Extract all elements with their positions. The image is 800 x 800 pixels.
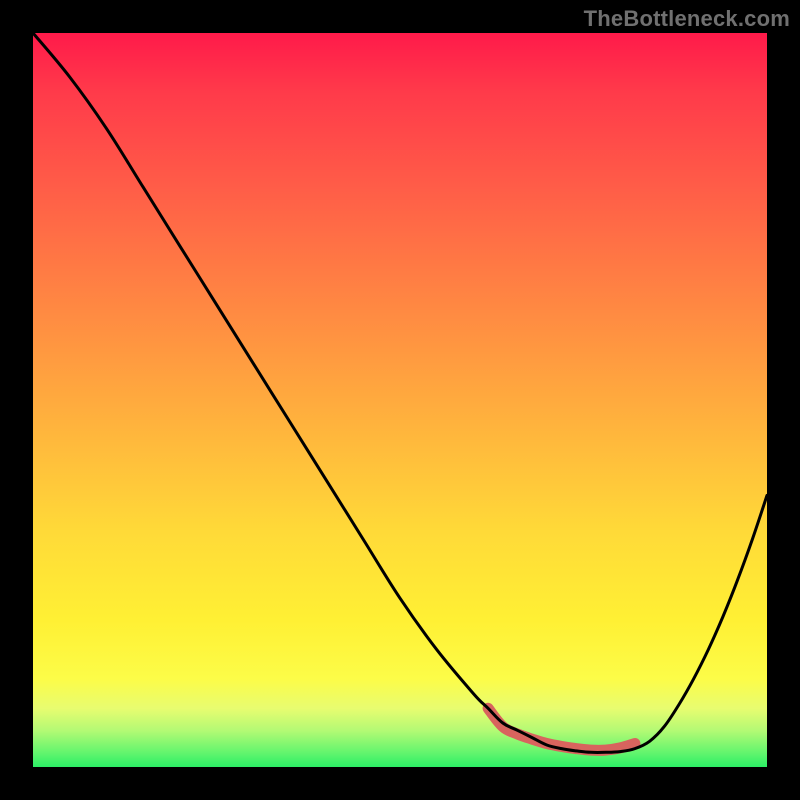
optimal-zone-accent [488, 708, 635, 750]
plot-area [33, 33, 767, 767]
chart-svg [33, 33, 767, 767]
chart-frame: TheBottleneck.com [0, 0, 800, 800]
bottleneck-curve [33, 33, 767, 752]
watermark-text: TheBottleneck.com [584, 6, 790, 32]
